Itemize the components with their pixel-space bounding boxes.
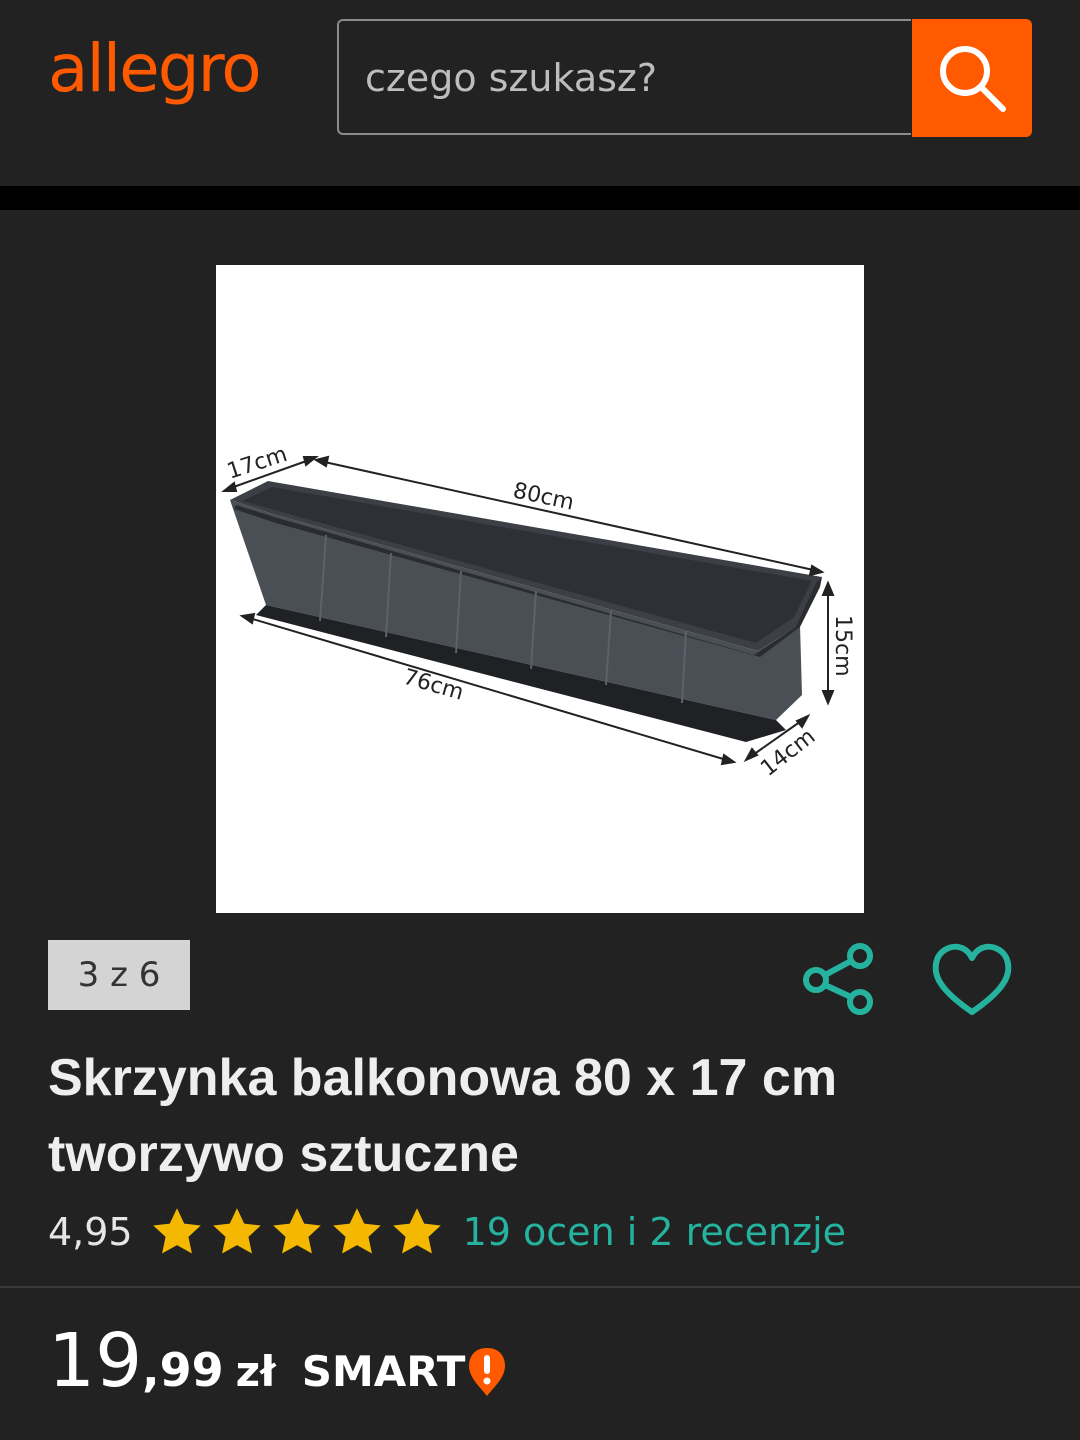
product-image[interactable]: 80cm 17cm 15cm 76cm 14cm [216,265,864,913]
search-box [337,19,911,135]
rating-value: 4,95 [48,1210,133,1254]
reviews-link[interactable]: 19 ocen i 2 recenzje [463,1210,846,1254]
star-icon [332,1208,381,1254]
search-button[interactable] [912,19,1032,137]
allegro-logo[interactable]: allegro [48,30,262,107]
search-input[interactable] [363,21,897,135]
section-divider [0,1286,1080,1288]
rating-stars [149,1204,445,1260]
rating-row: 4,95 19 ocen i 2 recenzje [48,1200,846,1264]
top-header: allegro [0,0,1080,186]
search-icon [940,46,1006,112]
dim-label-15: 15cm [830,615,855,677]
share-icon [803,943,873,1015]
price-integer: 19 [48,1318,143,1404]
gallery-counter: 3 z 6 [48,940,190,1010]
price: 19 ,99 zł SMART [48,1318,507,1418]
product-title-line1: Skrzynka balkonowa 80 x 17 cm [48,1049,838,1107]
star-icon [212,1208,261,1254]
product-title-line2: tworzywo sztuczne [48,1125,519,1183]
star-icon [392,1208,441,1254]
price-decimal: ,99 [142,1343,224,1397]
planter-illustration: 80cm 17cm 15cm 76cm 14cm [221,442,855,782]
smart-exclamation-icon [469,1347,506,1396]
header-divider [0,186,1080,210]
star-icon [272,1208,321,1254]
smart-label: SMART [301,1347,466,1396]
share-button[interactable] [800,940,880,1020]
star-icon [152,1208,201,1254]
heart-icon [932,943,1012,1015]
smart-badge[interactable]: SMART [302,1346,508,1398]
price-currency: zł [235,1347,276,1396]
dim-label-76: 76cm [400,665,466,706]
favorite-button[interactable] [930,940,1014,1020]
product-title: Skrzynka balkonowa 80 x 17 cm tworzywo s… [48,1040,1028,1192]
